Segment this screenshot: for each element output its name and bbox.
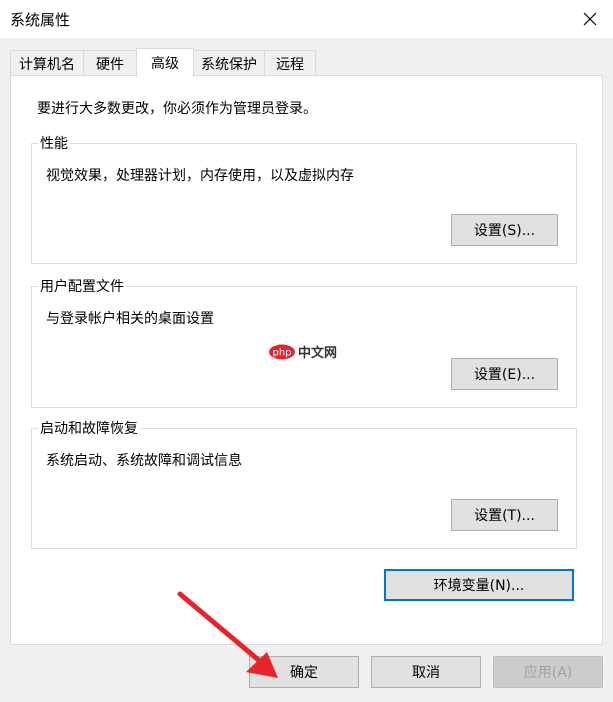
group-title: 用户配置文件 [38,276,126,296]
environment-variables-button[interactable]: 环境变量(N)... [384,569,574,601]
group-description: 系统启动、系统故障和调试信息 [46,453,242,469]
php-logo-icon: php [269,344,295,359]
performance-settings-button[interactable]: 设置(S)... [451,214,558,246]
user-profiles-settings-button[interactable]: 设置(E)... [451,358,558,390]
close-icon [583,12,597,26]
tab-computer-name[interactable]: 计算机名 [10,50,84,76]
window-title: 系统属性 [10,11,71,29]
tab-label: 硬件 [96,56,124,73]
tab-advanced[interactable]: 高级 [136,48,194,77]
startup-recovery-group: 启动和故障恢复 系统启动、系统故障和调试信息 设置(T)... [31,418,577,549]
group-title: 性能 [38,133,70,153]
apply-button[interactable]: 应用(A) [493,656,603,688]
performance-group: 性能 视觉效果，处理器计划，内存使用，以及虚拟内存 设置(S)... [31,133,577,264]
tab-label: 计算机名 [19,56,75,73]
tab-hardware[interactable]: 硬件 [83,50,137,76]
group-title: 启动和故障恢复 [38,418,140,438]
close-button[interactable] [567,0,613,38]
watermark-logo: php 中文网 [268,342,337,361]
tab-label: 系统保护 [201,56,257,73]
startup-recovery-settings-button[interactable]: 设置(T)... [451,499,558,531]
group-description: 视觉效果，处理器计划，内存使用，以及虚拟内存 [46,168,354,184]
tab-remote[interactable]: 远程 [264,50,316,76]
group-description: 与登录帐户相关的桌面设置 [46,311,214,327]
cancel-button[interactable]: 取消 [371,656,481,688]
title-bar: 系统属性 [0,0,613,38]
watermark-badge: php [272,347,291,358]
tab-label: 高级 [151,56,179,72]
red-arrow-annotation-icon [177,591,278,678]
tab-label: 远程 [276,56,304,73]
watermark-text: 中文网 [298,346,338,361]
tab-strip: 计算机名 硬件 高级 系统保护 远程 [10,48,603,77]
admin-notice: 要进行大多数更改，你必须作为管理员登录。 [37,101,317,117]
tab-system-protection[interactable]: 系统保护 [193,50,265,76]
